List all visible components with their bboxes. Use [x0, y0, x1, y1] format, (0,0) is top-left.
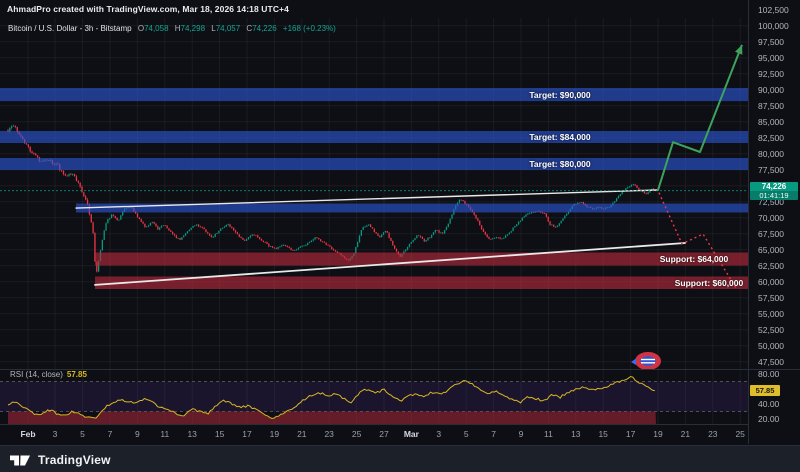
rsi-band-fill: [0, 382, 748, 412]
time-tick: Feb: [20, 429, 35, 439]
target-band-label: Target: $84,000: [529, 132, 590, 142]
target-band-label: Target: $90,000: [529, 90, 590, 100]
price-tick: 70,000: [758, 213, 784, 223]
rsi-value: 57.85: [67, 370, 87, 379]
price-tick: 87,500: [758, 101, 784, 111]
time-tick: 25: [352, 429, 361, 439]
rsi-tick: 20.00: [758, 414, 779, 424]
rsi-tick: 40.00: [758, 399, 779, 409]
time-tick: 17: [626, 429, 635, 439]
sticker-annotation[interactable]: [631, 352, 661, 370]
price-tick: 77,500: [758, 165, 784, 175]
pane-separator[interactable]: [0, 369, 800, 370]
target-band-label: Target: $80,000: [529, 159, 590, 169]
rsi-tick: 80.00: [758, 369, 779, 379]
time-tick: 11: [160, 429, 169, 439]
last-price-value: 74,226: [750, 182, 798, 191]
support-band[interactable]: [95, 253, 748, 266]
rsi-indicator-title[interactable]: RSI (14, close) 57.85: [10, 370, 87, 379]
price-tick: 100,000: [758, 21, 789, 31]
time-tick: 9: [135, 429, 140, 439]
footer-bar: TradingView: [0, 445, 800, 472]
price-tick: 52,500: [758, 325, 784, 335]
time-tick: 25: [735, 429, 744, 439]
price-tick: 65,000: [758, 245, 784, 255]
price-tick: 67,500: [758, 229, 784, 239]
time-tick: 15: [215, 429, 224, 439]
tradingview-chart-window: AhmadPro created with TradingView.com, M…: [0, 0, 800, 472]
chart-canvas[interactable]: [0, 0, 800, 445]
time-tick: 21: [297, 429, 306, 439]
time-tick: 3: [53, 429, 58, 439]
time-tick: 23: [324, 429, 333, 439]
time-tick: 19: [270, 429, 279, 439]
attribution-text: AhmadPro created with TradingView.com, M…: [0, 0, 800, 18]
time-tick: 5: [80, 429, 85, 439]
projection-arrowhead: [735, 45, 742, 55]
price-tick: 57,500: [758, 293, 784, 303]
symbol-title: Bitcoin / U.S. Dollar - 3h - Bitstamp: [8, 24, 132, 33]
target-band[interactable]: [0, 158, 748, 170]
time-tick: 21: [681, 429, 690, 439]
time-tick: 27: [379, 429, 388, 439]
price-tick: 92,500: [758, 69, 784, 79]
target-band[interactable]: [0, 131, 748, 143]
time-tick: 15: [598, 429, 607, 439]
time-tick: 7: [491, 429, 496, 439]
time-axis[interactable]: Feb 3 5 7 9 11 13 15 17 19 21 23 25 27 Mar 3 5 7 9 11 13 15 17…: [0, 424, 748, 445]
time-tick: 13: [571, 429, 580, 439]
price-tick: 50,000: [758, 341, 784, 351]
price-tick: 62,500: [758, 261, 784, 271]
price-tick: 97,500: [758, 37, 784, 47]
time-tick: 5: [464, 429, 469, 439]
support-band-label: Support: $60,000: [675, 278, 744, 288]
tradingview-logo-icon[interactable]: [8, 452, 32, 468]
time-tick: Mar: [404, 429, 419, 439]
last-price-badge: 74,226 01:41:19: [750, 182, 798, 200]
price-tick: 47,500: [758, 357, 784, 367]
ohlc-open-value: 74,058: [144, 24, 168, 33]
price-tick: 80,000: [758, 149, 784, 159]
price-tick: 60,000: [758, 277, 784, 287]
brand-name: TradingView: [38, 453, 111, 467]
target-band[interactable]: [0, 88, 748, 101]
time-tick: 13: [187, 429, 196, 439]
bar-countdown: 01:41:19: [750, 191, 798, 200]
support-band-label: Support: $64,000: [660, 254, 729, 264]
price-tick: 95,000: [758, 53, 784, 63]
time-tick: 7: [108, 429, 113, 439]
ohlc-high-value: 74,298: [181, 24, 205, 33]
rsi-label: RSI (14, close): [10, 370, 63, 379]
symbol-legend[interactable]: Bitcoin / U.S. Dollar - 3h - Bitstamp O7…: [8, 23, 336, 35]
candlestick-series: [7, 125, 656, 273]
ohlc-close-value: 74,226: [252, 24, 276, 33]
ohlc-change: +168 (+0.23%): [283, 24, 336, 33]
time-tick: 23: [708, 429, 717, 439]
price-tick: 55,000: [758, 309, 784, 319]
price-tick: 82,500: [758, 133, 784, 143]
price-tick: 85,000: [758, 117, 784, 127]
time-tick: 11: [544, 429, 553, 439]
time-tick: 9: [519, 429, 524, 439]
price-axis[interactable]: 74,226 01:41:19 57.85 102,500100,00097,5…: [748, 0, 800, 444]
time-tick: 19: [653, 429, 662, 439]
price-tick: 90,000: [758, 85, 784, 95]
time-tick: 3: [436, 429, 441, 439]
ohlc-low-value: 74,057: [216, 24, 240, 33]
time-tick: 17: [242, 429, 251, 439]
rsi-value-badge: 57.85: [750, 385, 780, 396]
